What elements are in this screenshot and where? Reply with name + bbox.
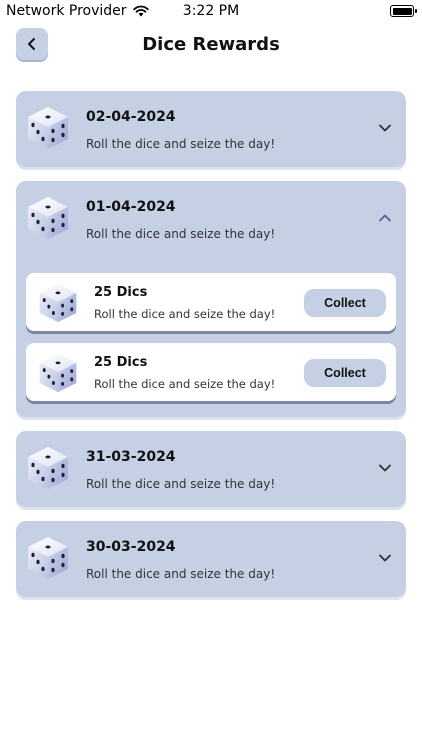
card-header[interactable]: 02-04-2024 Roll the dice and seize the d… — [16, 91, 406, 167]
chevron-down-icon[interactable] — [378, 551, 392, 565]
chevron-up-icon[interactable] — [378, 211, 392, 225]
card-date: 31-03-2024 — [86, 449, 176, 465]
dice-icon — [28, 447, 68, 489]
dice-icon — [28, 537, 68, 579]
card-subtitle: Roll the dice and seize the day! — [86, 137, 276, 151]
card-date: 30-03-2024 — [86, 539, 176, 555]
reward-day-card[interactable]: 31-03-2024 Roll the dice and seize the d… — [16, 431, 406, 507]
card-header[interactable]: 01-04-2024 Roll the dice and seize the d… — [16, 181, 406, 257]
card-subtitle: Roll the dice and seize the day! — [86, 227, 276, 241]
status-time: 3:22 PM — [182, 3, 240, 19]
reward-day-card[interactable]: 02-04-2024 Roll the dice and seize the d… — [16, 91, 406, 167]
reward-item: 25 Dics Roll the dice and seize the day!… — [26, 343, 396, 401]
dice-icon — [39, 353, 77, 393]
reward-title: 25 Dics — [94, 285, 148, 300]
battery-icon — [390, 5, 417, 17]
dice-icon — [39, 283, 77, 323]
reward-day-card[interactable]: 30-03-2024 Roll the dice and seize the d… — [16, 521, 406, 597]
collect-button[interactable]: Collect — [304, 359, 386, 387]
card-subtitle: Roll the dice and seize the day! — [86, 477, 276, 491]
reward-day-card-expanded[interactable]: 01-04-2024 Roll the dice and seize the d… — [16, 181, 406, 417]
dice-icon — [28, 197, 68, 239]
card-date: 02-04-2024 — [86, 109, 176, 125]
card-header[interactable]: 30-03-2024 Roll the dice and seize the d… — [16, 521, 406, 597]
collect-button[interactable]: Collect — [304, 289, 386, 317]
card-subtitle: Roll the dice and seize the day! — [86, 567, 276, 581]
status-bar: Network Provider 3:22 PM — [0, 0, 422, 24]
card-date: 01-04-2024 — [86, 199, 176, 215]
chevron-down-icon[interactable] — [378, 461, 392, 475]
dice-icon — [28, 107, 68, 149]
chevron-down-icon[interactable] — [378, 121, 392, 135]
card-header[interactable]: 31-03-2024 Roll the dice and seize the d… — [16, 431, 406, 507]
reward-subtitle: Roll the dice and seize the day! — [94, 377, 276, 391]
page-title: Dice Rewards — [142, 34, 280, 55]
header: Dice Rewards — [0, 28, 422, 68]
reward-title: 25 Dics — [94, 355, 148, 370]
reward-item: 25 Dics Roll the dice and seize the day!… — [26, 273, 396, 331]
reward-subtitle: Roll the dice and seize the day! — [94, 307, 276, 321]
